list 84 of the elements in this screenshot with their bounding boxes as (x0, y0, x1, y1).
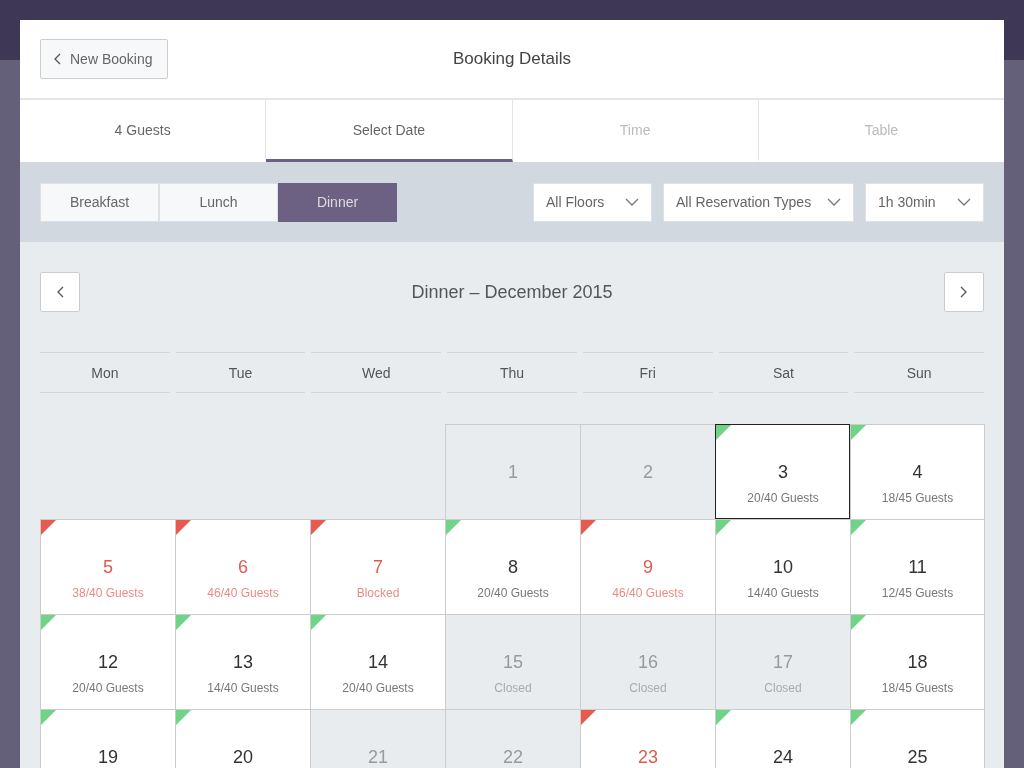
guest-count: 14/40 Guests (207, 681, 279, 695)
guest-count: 12/45 Guests (881, 586, 954, 600)
meal-toggle[interactable]: Dinner (278, 182, 397, 222)
day-number: 10 (773, 556, 793, 578)
day-number: 16 (638, 651, 658, 673)
filter-dropdown[interactable]: 1h 30min (865, 182, 984, 222)
calendar-day[interactable]: 7 Blocked (310, 519, 445, 614)
guest-count: 14/40 Guests (747, 586, 819, 600)
day-number: 1 (508, 461, 518, 483)
guest-count: Closed (494, 681, 532, 695)
calendar-day[interactable]: 23 (580, 709, 715, 768)
day-number: 23 (638, 746, 658, 768)
calendar-day[interactable]: 13 14/40 Guests (175, 614, 310, 709)
guest-count: 18/45 Guests (881, 681, 954, 695)
calendar-day[interactable]: 6 46/40 Guests (175, 519, 310, 614)
day-number: 19 (98, 746, 118, 768)
meal-toggle[interactable]: Breakfast (40, 182, 159, 222)
day-number: 12 (98, 651, 118, 673)
weekday-header: Mon (40, 352, 170, 393)
day-number: 21 (368, 746, 388, 768)
meal-toggle[interactable]: Lunch (159, 182, 278, 222)
weekday-header: Thu (447, 352, 577, 393)
day-number: 6 (238, 556, 248, 578)
calendar-day[interactable]: 25 (850, 709, 985, 768)
weekday-header: Tue (175, 352, 306, 393)
day-number: 17 (773, 651, 793, 673)
guest-count: Blocked (356, 586, 400, 600)
day-number: 11 (908, 556, 927, 578)
weekday-header: Fri (582, 352, 713, 393)
back-button[interactable]: New Booking (40, 39, 168, 79)
chevron-right-icon (960, 286, 968, 298)
day-number: 4 (912, 461, 923, 483)
day-number: 24 (773, 746, 793, 768)
calendar-day[interactable]: 3 20/40 Guests (715, 424, 850, 519)
day-number: 7 (373, 556, 383, 578)
guest-count: 46/40 Guests (612, 586, 684, 600)
day-number: 3 (778, 461, 788, 483)
day-number: 5 (103, 556, 113, 578)
chevron-left-icon (56, 286, 64, 298)
calendar-title: Dinner – December 2015 (411, 281, 613, 303)
day-number: 9 (643, 556, 653, 578)
calendar-day[interactable]: 12 20/40 Guests (40, 614, 175, 709)
calendar-day[interactable]: 4 18/45 Guests (850, 424, 985, 519)
calendar-day[interactable]: 24 (715, 709, 850, 768)
day-number: 18 (907, 651, 928, 673)
chevron-left-icon (53, 53, 61, 65)
calendar-day[interactable]: 19 (40, 709, 175, 768)
chevron-down-icon (827, 198, 841, 206)
day-number: 13 (233, 651, 253, 673)
previous-month-button[interactable] (40, 272, 80, 312)
calendar-day[interactable]: 18 18/45 Guests (850, 614, 985, 709)
dialog-title: Booking Details (452, 49, 572, 69)
guest-count: Closed (629, 681, 667, 695)
filter-dropdown[interactable]: All Reservation Types (663, 182, 854, 222)
calendar-day[interactable]: 8 20/40 Guests (445, 519, 580, 614)
weekday-header: Wed (311, 352, 442, 393)
weekday-header: Sun (854, 352, 984, 393)
guest-count: 20/40 Guests (342, 681, 414, 695)
guest-count: 20/40 Guests (72, 681, 144, 695)
calendar-day[interactable]: 11 12/45 Guests (850, 519, 985, 614)
guest-count: 18/45 Guests (881, 491, 954, 505)
day-number: 14 (368, 651, 388, 673)
calendar-day[interactable]: 5 38/40 Guests (40, 519, 175, 614)
guest-count: Closed (764, 681, 802, 695)
chevron-down-icon (957, 198, 971, 206)
day-number: 15 (503, 651, 523, 673)
day-number: 25 (907, 746, 928, 768)
filter-dropdown[interactable]: All Floors (533, 182, 652, 222)
day-number: 20 (233, 746, 253, 768)
guest-count: 38/40 Guests (72, 586, 144, 600)
calendar-day[interactable]: 14 20/40 Guests (310, 614, 445, 709)
weekday-header: Sat (718, 352, 849, 393)
day-number: 8 (508, 556, 518, 578)
guest-count: 20/40 Guests (477, 586, 549, 600)
guest-count: 20/40 Guests (747, 491, 819, 505)
calendar-day[interactable]: 20 (175, 709, 310, 768)
step-tab[interactable]: Select Date (266, 100, 513, 162)
guest-count: 46/40 Guests (207, 586, 279, 600)
calendar-day[interactable]: 10 14/40 Guests (715, 519, 850, 614)
chevron-down-icon (625, 198, 639, 206)
day-number: 22 (503, 746, 523, 768)
day-number: 2 (643, 461, 653, 483)
calendar-day[interactable]: 9 46/40 Guests (580, 519, 715, 614)
next-month-button[interactable] (944, 272, 984, 312)
